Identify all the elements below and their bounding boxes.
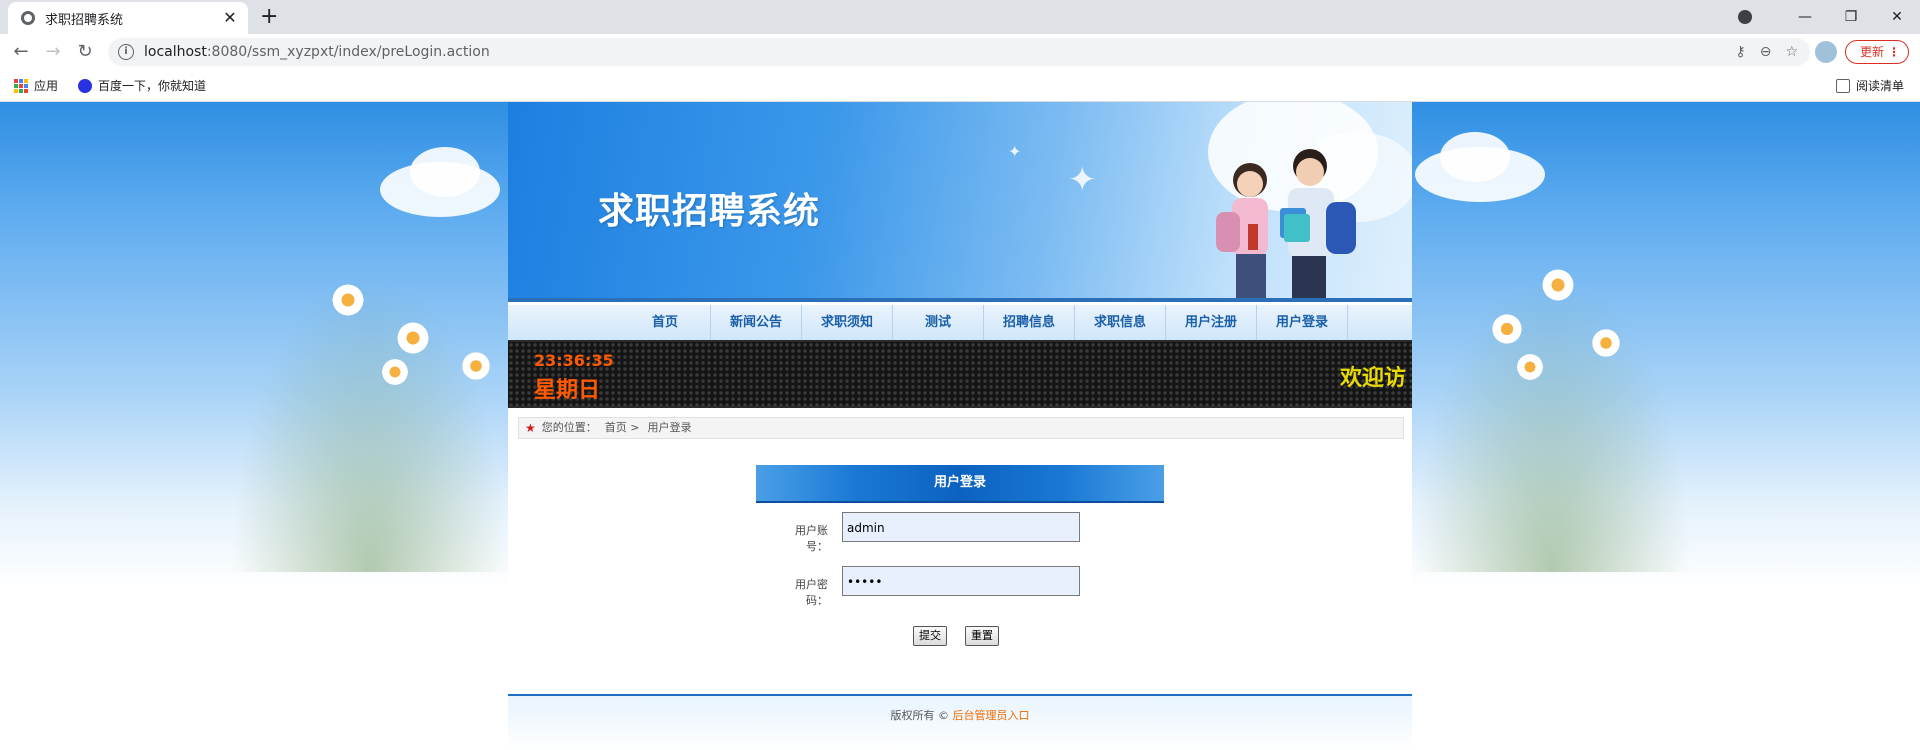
restore-icon[interactable]: ❐ <box>1828 9 1874 25</box>
address-bar[interactable]: i localhost:8080/ssm_xyzpxt/index/preLog… <box>108 38 1810 66</box>
login-header: 用户登录 <box>756 465 1164 503</box>
welcome-marquee: 欢迎访 <box>1339 366 1406 391</box>
tab-search-icon[interactable] <box>1738 10 1752 24</box>
site-title: 求职招聘系统 <box>598 191 821 232</box>
password-input[interactable]: ••••• <box>842 566 1080 596</box>
daffodil-image <box>1540 267 1576 303</box>
clock-time: 23:36:35 <box>534 351 614 370</box>
bookmarks-bar: 应用 百度一下，你就知道 阅读清单 <box>0 70 1920 102</box>
copyright-text: 版权所有 © <box>890 709 950 722</box>
daffodil-image <box>1515 352 1545 382</box>
page-footer: 版权所有 © 后台管理员入口 <box>508 694 1412 750</box>
site-banner: ✦ ✦ 求职招聘系统 <box>508 102 1412 302</box>
page-viewport: ✦ ✦ 求职招聘系统 首页 新闻公告 求职须知 测试 招聘信息 求职信息 用户注… <box>0 102 1920 750</box>
bookmark-apps[interactable]: 应用 <box>14 77 58 94</box>
zoom-icon[interactable]: ⊖ <box>1760 44 1772 60</box>
update-button[interactable]: 更新 ⋮ <box>1845 40 1909 64</box>
reading-list-button[interactable]: 阅读清单 <box>1836 77 1904 94</box>
submit-button[interactable]: 提交 <box>913 626 947 646</box>
main-navbar: 首页 新闻公告 求职须知 测试 招聘信息 求职信息 用户注册 用户登录 <box>508 302 1412 340</box>
menu-dots-icon: ⋮ <box>1888 45 1900 59</box>
nav-news[interactable]: 新闻公告 <box>711 305 802 340</box>
username-label: 用户账号： <box>795 524 828 553</box>
reset-button[interactable]: 重置 <box>965 626 999 646</box>
close-tab-icon[interactable]: ✕ <box>222 10 238 26</box>
reading-list-icon <box>1836 78 1850 93</box>
page-container: ✦ ✦ 求职招聘系统 首页 新闻公告 求职须知 测试 招聘信息 求职信息 用户注… <box>508 102 1412 750</box>
back-icon[interactable]: ← <box>8 39 34 65</box>
tab-title: 求职招聘系统 <box>45 12 124 28</box>
daffodil-image <box>1590 327 1622 359</box>
nav-register[interactable]: 用户注册 <box>1166 305 1257 340</box>
background-cloud <box>1440 132 1510 182</box>
breadcrumb: ★ 您的位置： 首页 > 用户登录 <box>518 417 1404 439</box>
clock-weekday: 星期日 <box>534 378 601 403</box>
profile-avatar[interactable] <box>1815 41 1837 63</box>
nav-job-guide[interactable]: 求职须知 <box>802 305 893 340</box>
star-icon: ★ <box>525 421 536 435</box>
background-grass <box>1412 272 1692 572</box>
key-icon[interactable]: ⚷ <box>1735 44 1745 60</box>
daffodil-image <box>460 350 492 382</box>
daffodil-image <box>330 282 366 318</box>
sparkle-icon: ✦ <box>1068 160 1097 200</box>
username-row: 用户账号： admin <box>756 512 1164 553</box>
globe-icon <box>21 11 35 25</box>
forward-icon[interactable]: → <box>40 39 66 65</box>
daffodil-image <box>380 357 410 387</box>
browser-tab[interactable]: 求职招聘系统 ✕ <box>8 2 248 34</box>
new-tab-button[interactable]: + <box>260 6 278 28</box>
minimize-icon[interactable]: — <box>1782 9 1828 25</box>
password-row: 用户密码： ••••• <box>756 566 1164 607</box>
site-info-icon[interactable]: i <box>118 44 134 60</box>
username-input[interactable]: admin <box>842 512 1080 542</box>
apps-grid-icon <box>14 78 28 93</box>
login-form: 用户登录 用户账号： admin 用户密码： ••••• 提交 重置 <box>756 465 1164 646</box>
daffodil-image <box>1490 312 1524 346</box>
bookmark-star-icon[interactable]: ☆ <box>1785 44 1798 60</box>
students-image <box>1216 149 1356 302</box>
close-window-icon[interactable]: ✕ <box>1874 9 1920 25</box>
url-text[interactable]: localhost:8080/ssm_xyzpxt/index/preLogin… <box>144 44 1735 60</box>
nav-login[interactable]: 用户登录 <box>1257 305 1348 340</box>
background-grass <box>230 272 510 572</box>
nav-test[interactable]: 测试 <box>893 305 984 340</box>
password-label: 用户密码： <box>795 578 828 607</box>
nav-job-seeking[interactable]: 求职信息 <box>1075 305 1166 340</box>
daffodil-image <box>395 320 431 356</box>
breadcrumb-prefix: 您的位置： <box>541 421 597 434</box>
browser-toolbar: ← → ↻ i localhost:8080/ssm_xyzpxt/index/… <box>0 34 1920 70</box>
bookmark-baidu[interactable]: 百度一下，你就知道 <box>78 77 206 94</box>
reload-icon[interactable]: ↻ <box>72 39 98 65</box>
admin-entry-link[interactable]: 后台管理员入口 <box>953 709 1030 722</box>
nav-recruitment[interactable]: 招聘信息 <box>984 305 1075 340</box>
baidu-paw-icon <box>78 78 92 93</box>
window-controls: — ❐ ✕ <box>1738 0 1920 34</box>
breadcrumb-current: 用户登录 <box>647 421 692 434</box>
background-cloud <box>410 147 480 197</box>
led-ticker: 23:36:35 星期日 欢迎访 <box>508 340 1412 408</box>
nav-home[interactable]: 首页 <box>620 305 711 340</box>
breadcrumb-home[interactable]: 首页 > <box>605 418 640 438</box>
browser-tabstrip: 求职招聘系统 ✕ + — ❐ ✕ <box>0 0 1920 34</box>
sparkle-icon: ✦ <box>1008 142 1022 161</box>
